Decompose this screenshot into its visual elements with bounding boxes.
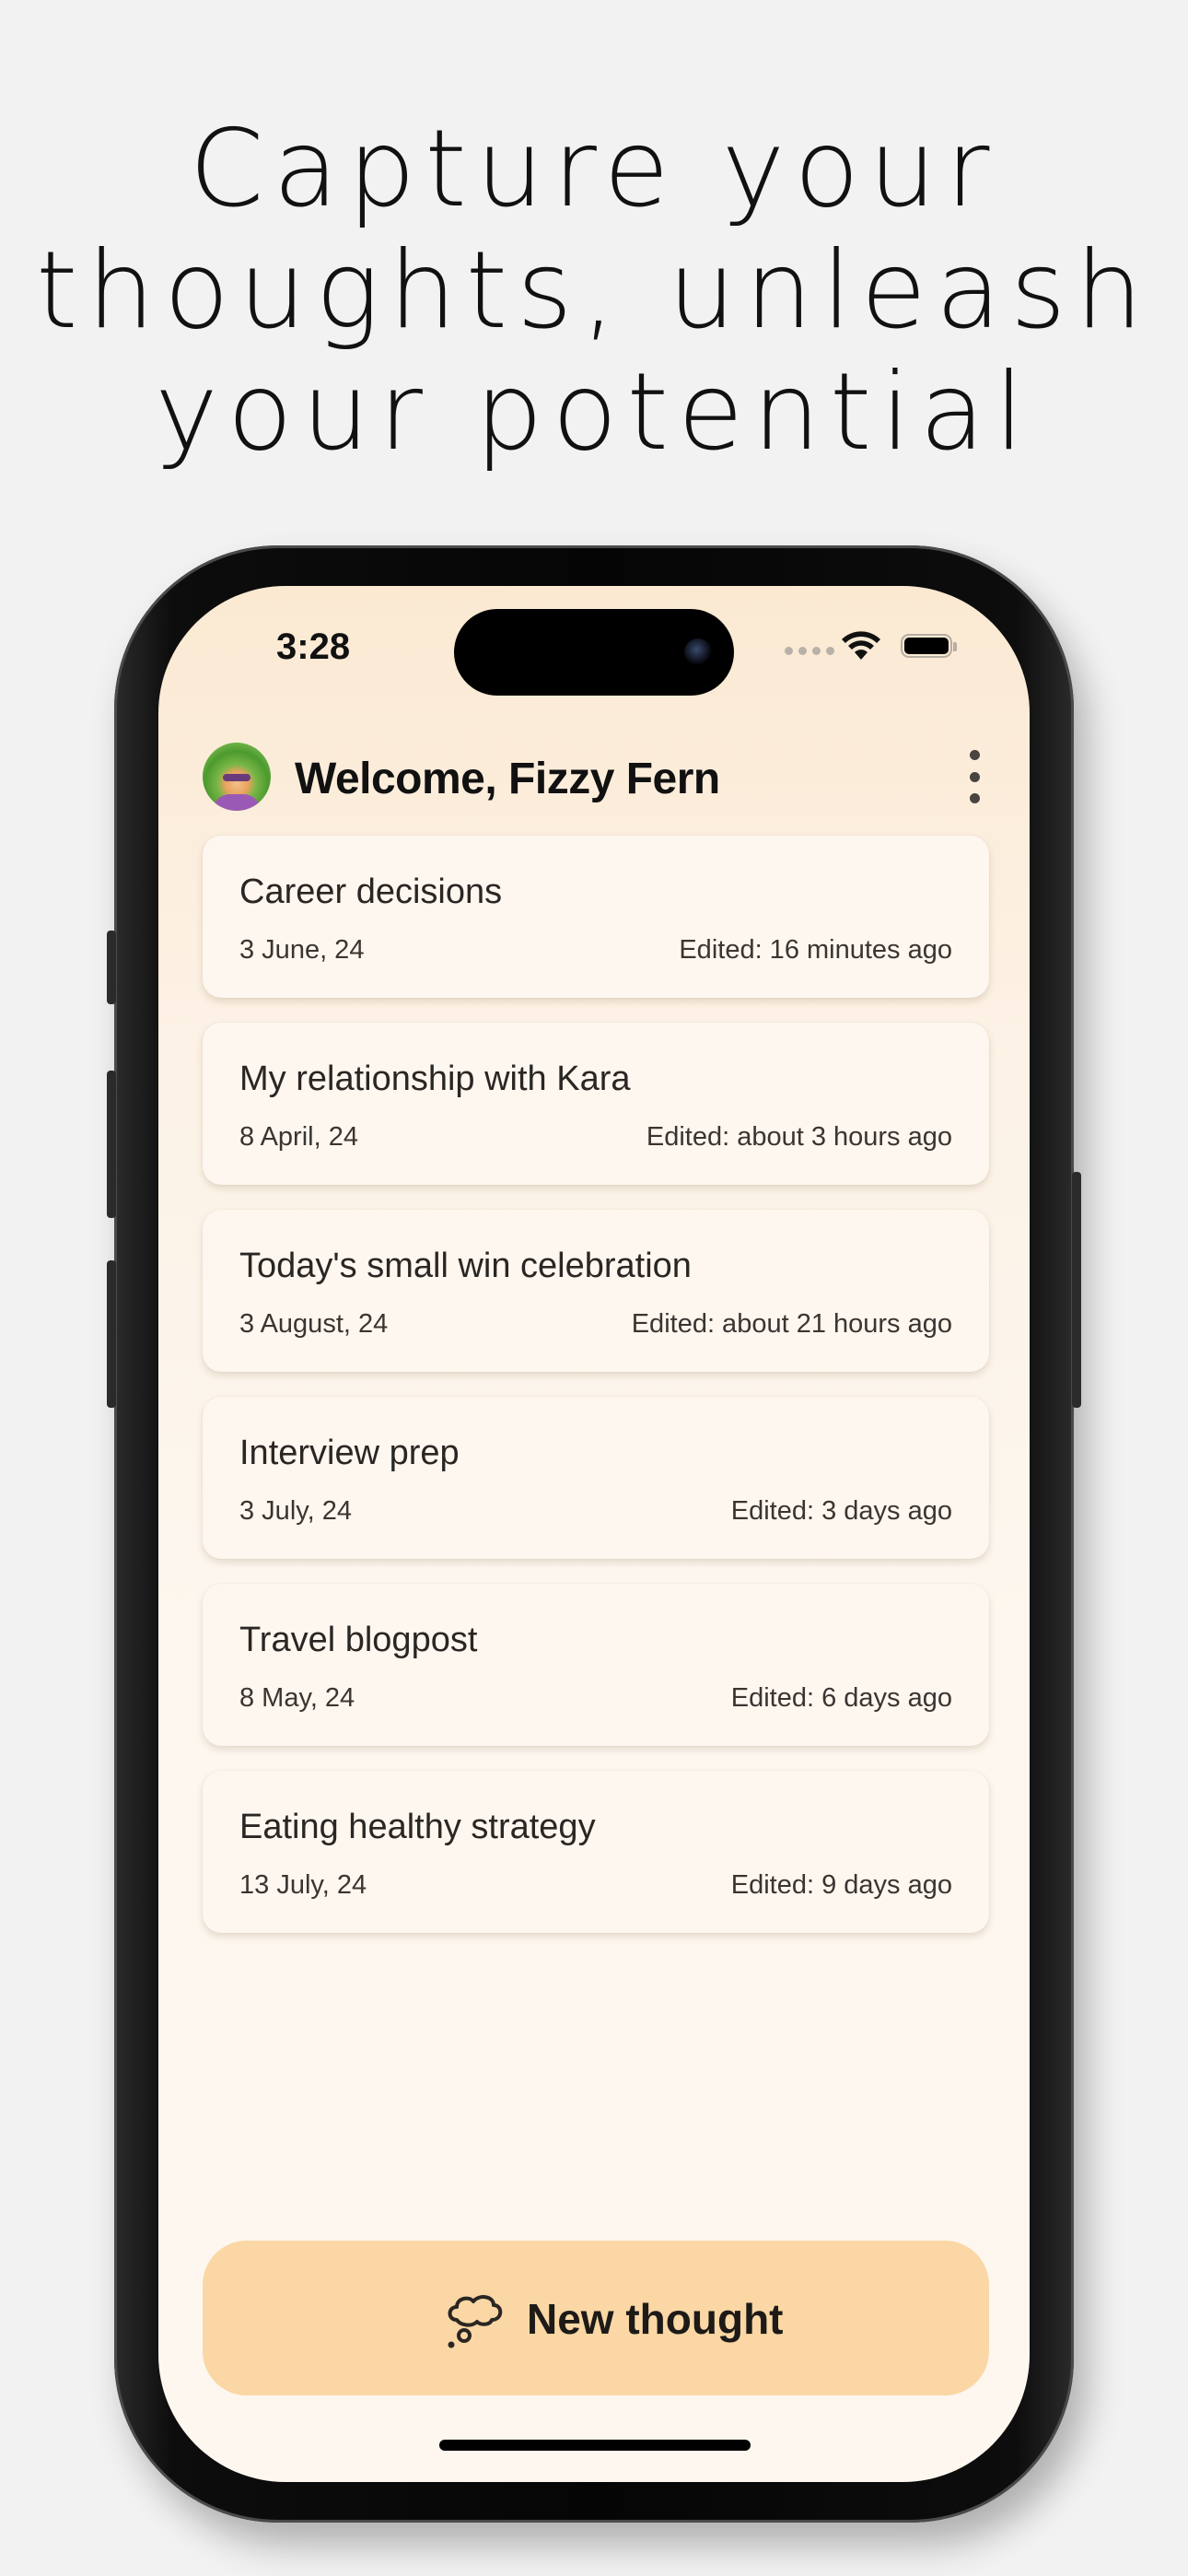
volume-down-button	[107, 1260, 116, 1408]
headline-line-1: Capture your	[189, 107, 999, 231]
marketing-headline: Capture your thoughts, unleash your pote…	[0, 109, 1188, 474]
thought-date: 8 May, 24	[239, 1683, 355, 1713]
signal-dots-icon	[785, 647, 834, 655]
thought-date: 3 June, 24	[239, 935, 365, 965]
thought-date: 3 August, 24	[239, 1309, 389, 1339]
thought-edited: Edited: about 21 hours ago	[631, 1309, 952, 1339]
status-bar: 3:28	[158, 586, 1030, 715]
avatar[interactable]	[203, 743, 271, 811]
thought-edited: Edited: 16 minutes ago	[679, 935, 952, 965]
app-header: Welcome, Fizzy Fern	[203, 741, 985, 813]
new-thought-button[interactable]: New thought	[203, 2241, 989, 2395]
thought-edited: Edited: 6 days ago	[730, 1683, 952, 1713]
dynamic-island	[454, 609, 734, 696]
thought-card[interactable]: My relationship with Kara 8 April, 24 Ed…	[203, 1023, 989, 1185]
thought-date: 3 July, 24	[239, 1496, 352, 1526]
more-vertical-icon[interactable]	[963, 750, 985, 803]
thought-edited: Edited: 3 days ago	[730, 1496, 952, 1526]
power-button	[1072, 1172, 1081, 1408]
thought-card[interactable]: Interview prep 3 July, 24 Edited: 3 days…	[203, 1397, 989, 1559]
thought-edited: Edited: about 3 hours ago	[646, 1122, 952, 1152]
thought-title: Interview prep	[239, 1434, 460, 1472]
thought-date: 8 April, 24	[239, 1122, 358, 1152]
welcome-title: Welcome, Fizzy Fern	[295, 755, 720, 803]
thought-card[interactable]: Career decisions 3 June, 24 Edited: 16 m…	[203, 836, 989, 998]
thought-title: Career decisions	[239, 872, 503, 911]
volume-up-button	[107, 1071, 116, 1218]
thought-title: Eating healthy strategy	[239, 1808, 596, 1846]
status-time: 3:28	[276, 626, 351, 667]
headline-line-2: thoughts, unleash	[36, 228, 1152, 353]
camera-icon	[684, 638, 712, 666]
battery-icon	[901, 634, 957, 658]
wifi-icon	[842, 631, 880, 660]
app-screen: 3:28 Welcome, Fizzy Fern Career decision	[158, 586, 1030, 2482]
new-thought-label: New thought	[527, 2295, 784, 2343]
thought-title: My relationship with Kara	[239, 1060, 631, 1098]
phone-frame: 3:28 Welcome, Fizzy Fern Career decision	[107, 545, 1081, 2523]
headline-line-3: your potential	[155, 350, 1033, 474]
thought-card[interactable]: Eating healthy strategy 13 July, 24 Edit…	[203, 1771, 989, 1933]
thought-edited: Edited: 9 days ago	[730, 1870, 952, 1900]
thought-title: Today's small win celebration	[239, 1247, 692, 1285]
thought-card[interactable]: Travel blogpost 8 May, 24 Edited: 6 days…	[203, 1584, 989, 1746]
action-button	[107, 931, 116, 1004]
thought-title: Travel blogpost	[239, 1621, 478, 1659]
thought-bubble-icon	[448, 2295, 503, 2348]
thought-date: 13 July, 24	[239, 1870, 367, 1900]
thought-card[interactable]: Today's small win celebration 3 August, …	[203, 1210, 989, 1372]
home-indicator[interactable]	[439, 2440, 751, 2451]
